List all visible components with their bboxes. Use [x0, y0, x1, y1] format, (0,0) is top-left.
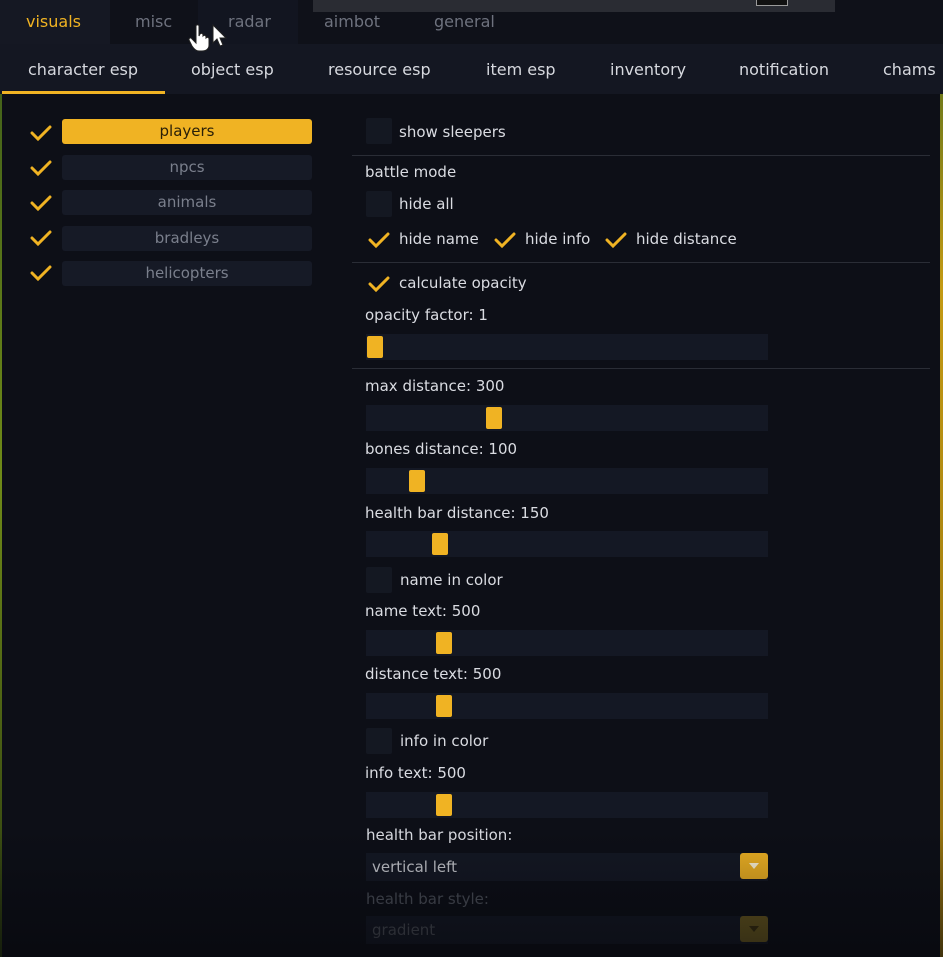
- target-npcs[interactable]: npcs: [62, 155, 312, 180]
- health-bar-distance-label: health bar distance: 150: [365, 504, 549, 522]
- subtab-object-esp[interactable]: object esp: [191, 60, 274, 79]
- check-icon[interactable]: [605, 231, 627, 249]
- bones-distance-slider[interactable]: [366, 468, 768, 494]
- slider-thumb[interactable]: [367, 336, 383, 358]
- health-bar-style-dropdown[interactable]: gradient: [366, 916, 768, 944]
- info-text-slider[interactable]: [366, 792, 768, 818]
- hide-info-label: hide info: [525, 230, 591, 248]
- top-overlay-bar: [313, 0, 835, 12]
- hide-all-checkbox[interactable]: [366, 191, 392, 217]
- name-text-label: name text: 500: [365, 602, 481, 620]
- sub-tab-bar: character esp object esp resource esp it…: [0, 44, 943, 94]
- divider: [352, 155, 930, 156]
- bones-distance-label: bones distance: 100: [365, 440, 518, 458]
- hide-name-label: hide name: [399, 230, 479, 248]
- tab-radar[interactable]: radar: [228, 12, 271, 34]
- target-players[interactable]: players: [62, 119, 312, 144]
- subtab-item-esp[interactable]: item esp: [486, 60, 556, 79]
- health-bar-style-value: gradient: [372, 921, 436, 939]
- show-sleepers-label: show sleepers: [399, 123, 506, 141]
- health-bar-distance-slider[interactable]: [366, 531, 768, 557]
- info-in-color-checkbox[interactable]: [366, 728, 392, 754]
- tab-aimbot[interactable]: aimbot: [324, 12, 380, 34]
- check-icon[interactable]: [30, 229, 52, 247]
- max-distance-slider[interactable]: [366, 405, 768, 431]
- chevron-down-icon[interactable]: [740, 916, 768, 942]
- target-animals[interactable]: animals: [62, 190, 312, 215]
- opacity-factor-slider[interactable]: [366, 334, 768, 360]
- distance-text-label: distance text: 500: [365, 665, 502, 683]
- target-bradleys[interactable]: bradleys: [62, 226, 312, 251]
- battle-mode-heading: battle mode: [365, 163, 457, 181]
- info-in-color-label: info in color: [400, 732, 489, 750]
- hand-pointer-icon: [188, 24, 210, 52]
- opacity-factor-label: opacity factor: 1: [365, 306, 488, 324]
- tab-misc[interactable]: misc: [135, 12, 172, 34]
- subtab-resource-esp[interactable]: resource esp: [328, 60, 431, 79]
- overlay-box: [756, 0, 788, 6]
- health-bar-position-value: vertical left: [372, 858, 457, 876]
- name-in-color-checkbox[interactable]: [366, 567, 392, 593]
- check-icon[interactable]: [368, 231, 390, 249]
- arrow-cursor-icon: [212, 24, 228, 47]
- distance-text-slider[interactable]: [366, 693, 768, 719]
- max-distance-label: max distance: 300: [365, 377, 505, 395]
- slider-thumb[interactable]: [436, 632, 453, 654]
- health-bar-position-dropdown[interactable]: vertical left: [366, 853, 768, 881]
- chevron-down-icon[interactable]: [740, 853, 768, 879]
- tab-visuals[interactable]: visuals: [26, 12, 81, 34]
- slider-thumb[interactable]: [486, 407, 503, 429]
- subtab-notification[interactable]: notification: [739, 60, 829, 79]
- divider: [352, 262, 930, 263]
- target-helicopters[interactable]: helicopters: [62, 261, 312, 286]
- check-icon[interactable]: [30, 264, 52, 282]
- check-icon[interactable]: [368, 275, 390, 293]
- name-text-slider[interactable]: [366, 630, 768, 656]
- calculate-opacity-label: calculate opacity: [399, 274, 527, 292]
- left-edge-accent: [0, 0, 2, 957]
- tab-general[interactable]: general: [434, 12, 495, 34]
- subtab-character-esp[interactable]: character esp: [28, 60, 138, 79]
- check-icon[interactable]: [30, 124, 52, 142]
- slider-thumb[interactable]: [409, 470, 426, 492]
- check-icon[interactable]: [30, 194, 52, 212]
- hide-all-label: hide all: [399, 195, 454, 213]
- slider-thumb[interactable]: [436, 695, 453, 717]
- active-subtab-indicator: [2, 91, 165, 94]
- health-bar-style-label: health bar style:: [366, 890, 489, 908]
- subtab-chams[interactable]: chams: [883, 60, 936, 79]
- info-text-label: info text: 500: [365, 764, 466, 782]
- check-icon[interactable]: [30, 159, 52, 177]
- name-in-color-label: name in color: [400, 571, 503, 589]
- slider-thumb[interactable]: [432, 533, 449, 555]
- hide-distance-label: hide distance: [636, 230, 737, 248]
- divider: [352, 368, 930, 369]
- slider-thumb[interactable]: [436, 794, 453, 816]
- check-icon[interactable]: [494, 231, 516, 249]
- show-sleepers-checkbox[interactable]: [366, 118, 392, 144]
- subtab-inventory[interactable]: inventory: [610, 60, 686, 79]
- health-bar-position-label: health bar position:: [366, 826, 513, 844]
